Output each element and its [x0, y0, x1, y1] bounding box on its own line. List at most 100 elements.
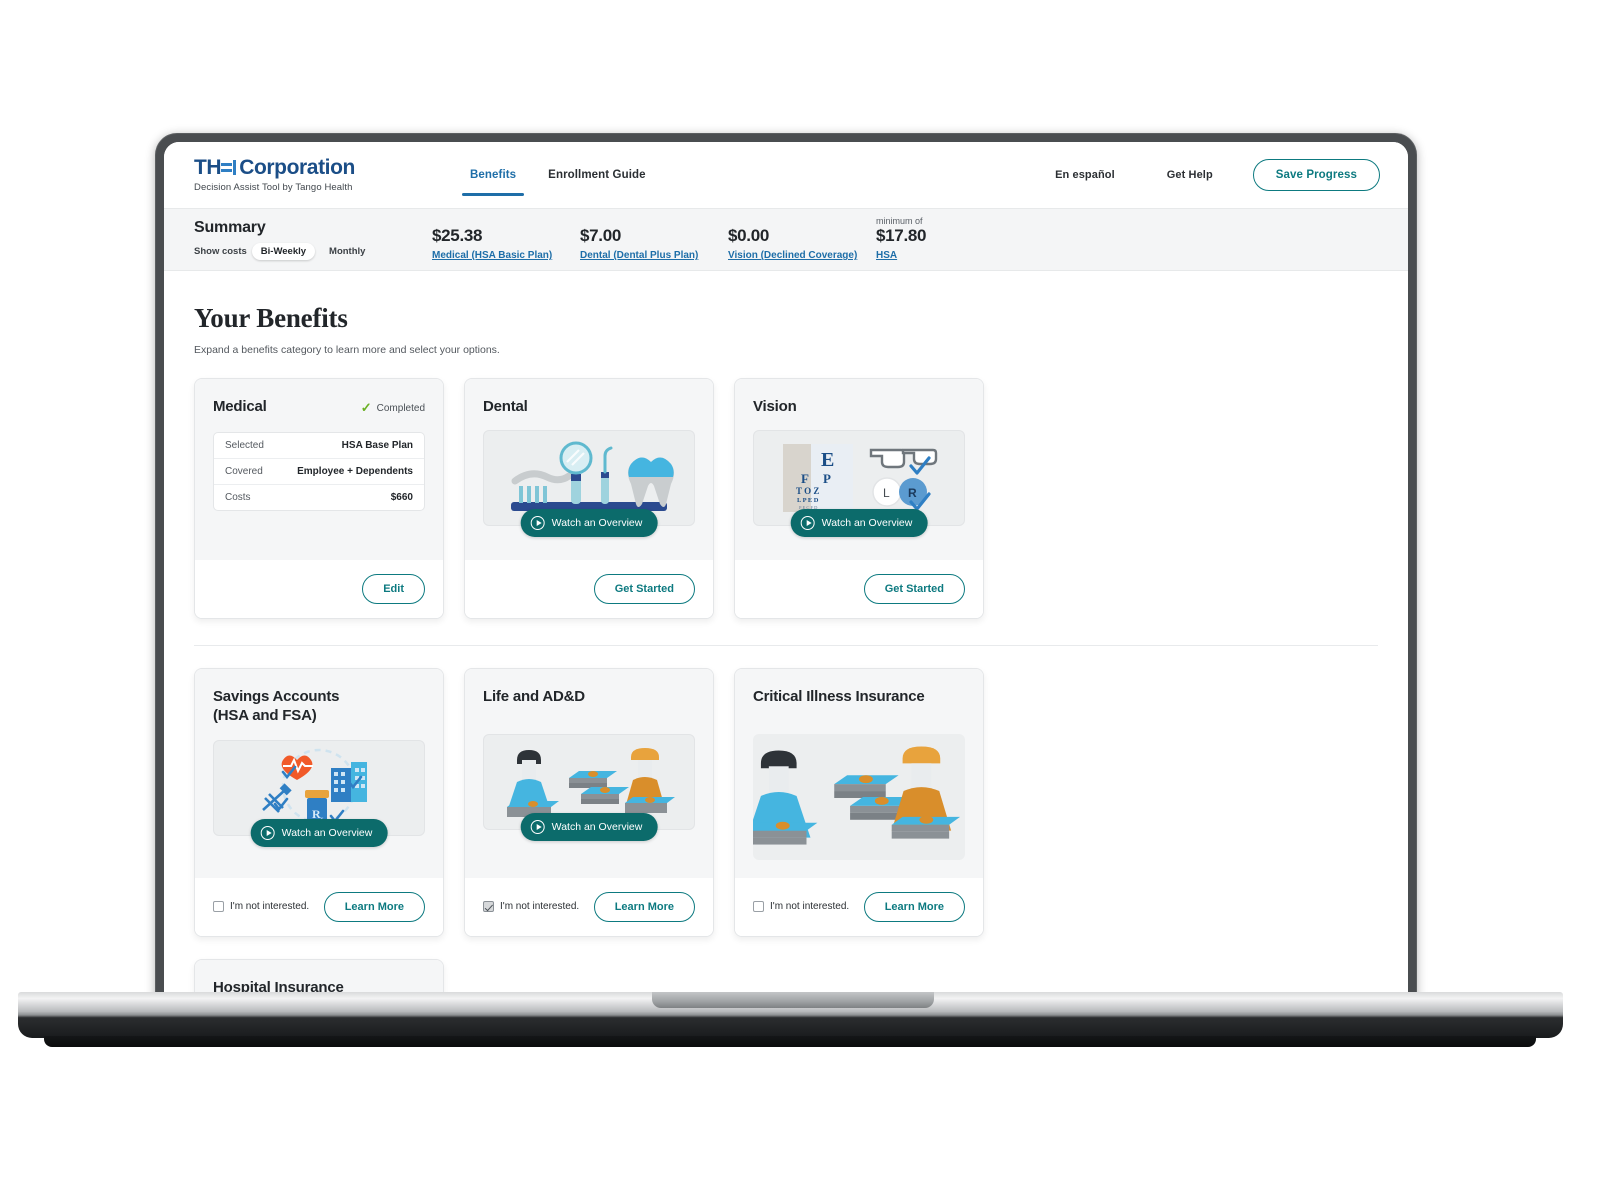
- medical-detail-value-selected: HSA Base Plan: [341, 440, 413, 452]
- table-row: Covered Employee + Dependents: [214, 459, 424, 486]
- medical-status-badge: ✓ Completed: [361, 397, 425, 416]
- get-help-link[interactable]: Get Help: [1141, 169, 1239, 181]
- summary-cost-items: $25.38 Medical (HSA Basic Plan) $7.00 De…: [432, 215, 927, 264]
- medical-detail-value-costs: $660: [390, 492, 413, 504]
- eye-chart-glasses-illustration: E F P T O Z L P E D P E C F D L R Watch …: [753, 430, 965, 538]
- savings-not-interested-checkbox[interactable]: [213, 901, 224, 913]
- vision-card-footer: Get Started: [735, 560, 983, 619]
- summary-bar: Summary Show costs Bi-Weekly Monthly $25…: [164, 208, 1408, 271]
- critical-not-interested-label: I'm not interested.: [770, 901, 850, 913]
- medical-card-title: Medical: [213, 398, 267, 415]
- table-row: Selected HSA Base Plan: [214, 433, 424, 460]
- vision-watch-overview-button[interactable]: Watch an Overview: [790, 509, 928, 538]
- logo-text-prefix: TH: [194, 155, 222, 179]
- logo-text-suffix: Corporation: [239, 155, 355, 179]
- life-learn-more-button[interactable]: Learn More: [593, 891, 695, 922]
- summary-link-hsa[interactable]: HSA: [876, 250, 897, 261]
- life-watch-overview-button[interactable]: Watch an Overview: [520, 813, 658, 842]
- summary-amount-dental: $7.00: [580, 225, 622, 245]
- language-link-espanol[interactable]: En español: [1029, 169, 1141, 181]
- summary-link-medical[interactable]: Medical (HSA Basic Plan): [432, 250, 552, 261]
- frequency-option-monthly[interactable]: Monthly: [320, 243, 374, 260]
- savings-watch-label: Watch an Overview: [281, 826, 373, 839]
- critical-not-interested-checkbox[interactable]: [753, 901, 764, 913]
- savings-card-body: Savings Accounts (HSA and FSA) R Watch a…: [195, 669, 443, 878]
- save-progress-button[interactable]: Save Progress: [1252, 159, 1380, 191]
- medical-detail-value-covered: Employee + Dependents: [297, 466, 413, 478]
- top-navigation-bar: TH Corporation Decision Assist Tool by T…: [164, 142, 1408, 208]
- play-icon: [260, 825, 275, 840]
- vision-get-started-button[interactable]: Get Started: [863, 574, 965, 605]
- dental-watch-label: Watch an Overview: [551, 517, 643, 530]
- svg-text:E: E: [821, 449, 834, 471]
- savings-watch-overview-button[interactable]: Watch an Overview: [250, 818, 388, 847]
- dental-card-header: Dental: [483, 397, 695, 416]
- summary-link-vision[interactable]: Vision (Declined Coverage): [728, 250, 857, 261]
- summary-link-dental[interactable]: Dental (Dental Plus Plan): [580, 250, 698, 261]
- life-card-footer: I'm not interested. Learn More: [465, 877, 713, 936]
- medical-edit-button[interactable]: Edit: [362, 574, 425, 605]
- critical-card-title: Critical Illness Insurance: [753, 688, 925, 706]
- critical-not-interested-toggle[interactable]: I'm not interested.: [753, 901, 850, 913]
- svg-text:L: L: [883, 486, 890, 500]
- summary-amount-vision: $0.00: [728, 225, 770, 245]
- play-icon: [530, 820, 545, 835]
- frequency-option-biweekly[interactable]: Bi-Weekly: [251, 243, 316, 260]
- critical-learn-more-button[interactable]: Learn More: [863, 891, 965, 922]
- medical-status-label: Completed: [376, 402, 425, 414]
- top-right-actions: En español Get Help Save Progress: [1029, 159, 1380, 191]
- people-money-stacks-illustration: Watch an Overview: [483, 734, 695, 842]
- dental-card-footer: Get Started: [465, 560, 713, 619]
- summary-amount-hsa: $17.80: [876, 225, 927, 245]
- critical-card-body: Critical Illness Insurance: [735, 669, 983, 878]
- summary-hsa-minimum-label: minimum of: [876, 215, 923, 226]
- summary-item-vision: $0.00 Vision (Declined Coverage): [728, 226, 876, 264]
- medical-detail-key-covered: Covered: [225, 466, 263, 478]
- benefit-cards-row-1: Medical ✓ Completed Selected HSA Base Pl…: [194, 378, 1378, 620]
- play-icon: [530, 516, 545, 531]
- nav-tab-enrollment-guide[interactable]: Enrollment Guide: [532, 142, 661, 208]
- summary-amount-medical: $25.38: [432, 225, 483, 245]
- cost-frequency-toggle: Show costs Bi-Weekly Monthly: [194, 243, 432, 260]
- dental-watch-overview-button[interactable]: Watch an Overview: [520, 509, 658, 538]
- play-icon: [800, 516, 815, 531]
- people-money-stacks-illustration: [753, 734, 965, 861]
- savings-title-line-1: Savings Accounts: [213, 688, 340, 706]
- medical-card-header: Medical ✓ Completed: [213, 397, 425, 416]
- savings-not-interested-label: I'm not interested.: [230, 901, 310, 913]
- vision-watch-label: Watch an Overview: [821, 517, 913, 530]
- benefit-card-vision: Vision E F P T O Z L P E D P E C F D L R…: [734, 378, 984, 620]
- benefit-card-life-and-add: Life and AD&D Watch an Overview I'm not …: [464, 668, 714, 937]
- benefit-card-critical-illness: Critical Illness Insurance I'm not inter…: [734, 668, 984, 937]
- benefit-card-dental: Dental Watch an Overview Get Started: [464, 378, 714, 620]
- table-row: Costs $660: [214, 485, 424, 510]
- dental-tools-tooth-illustration: Watch an Overview: [483, 430, 695, 538]
- life-watch-label: Watch an Overview: [551, 821, 643, 834]
- row-divider: [194, 645, 1378, 647]
- summary-left: Summary Show costs Bi-Weekly Monthly: [194, 219, 432, 260]
- life-not-interested-checkbox[interactable]: [483, 901, 494, 913]
- page-title: Your Benefits: [194, 303, 348, 333]
- savings-card-footer: I'm not interested. Learn More: [195, 877, 443, 936]
- browser-viewport: TH Corporation Decision Assist Tool by T…: [164, 142, 1408, 1000]
- medical-details-table: Selected HSA Base Plan Covered Employee …: [213, 432, 425, 512]
- benefit-card-medical: Medical ✓ Completed Selected HSA Base Pl…: [194, 378, 444, 620]
- life-not-interested-label: I'm not interested.: [500, 901, 580, 913]
- savings-learn-more-button[interactable]: Learn More: [323, 891, 425, 922]
- savings-not-interested-toggle[interactable]: I'm not interested.: [213, 901, 310, 913]
- laptop-base-foot: [44, 1036, 1536, 1047]
- laptop-base-notch: [652, 992, 934, 1008]
- summary-title: Summary: [194, 219, 266, 236]
- nav-tab-benefits[interactable]: Benefits: [454, 142, 532, 208]
- heart-building-prescription-illustration: R x: [213, 739, 425, 847]
- medical-detail-key-selected: Selected: [225, 440, 264, 452]
- dental-get-started-button[interactable]: Get Started: [593, 574, 695, 605]
- vision-card-header: Vision: [753, 397, 965, 416]
- svg-text:L P E D: L P E D: [797, 497, 819, 504]
- svg-text:P: P: [823, 471, 831, 486]
- critical-card-footer: I'm not interested. Learn More: [735, 877, 983, 936]
- life-not-interested-toggle[interactable]: I'm not interested.: [483, 901, 580, 913]
- savings-title-line-2: (HSA and FSA): [213, 707, 317, 725]
- dental-card-title: Dental: [483, 398, 528, 415]
- screenshot-stage: TH Corporation Decision Assist Tool by T…: [0, 0, 1600, 1200]
